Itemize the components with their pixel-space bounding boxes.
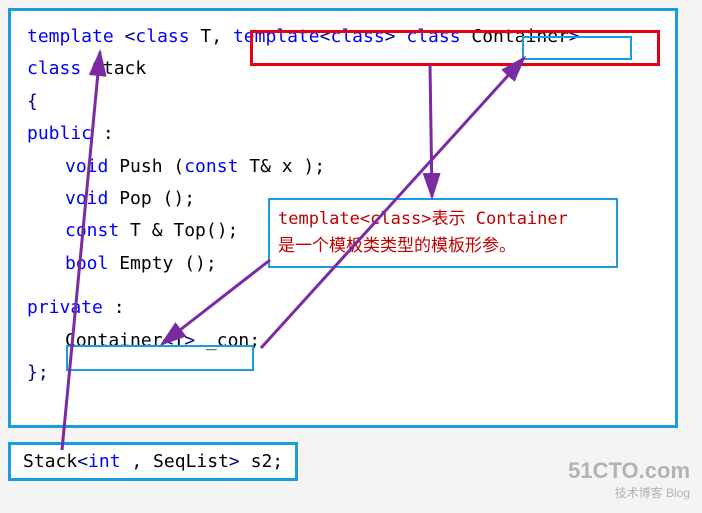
code-line-4: public : (27, 118, 659, 150)
code-line-10: Container<T> _con; (65, 325, 659, 357)
callout-annotation: template<class>表示 Container 是一个模板类类型的模板形… (268, 198, 618, 268)
kw-template: template (27, 26, 114, 47)
code-line-11: }; (27, 357, 659, 389)
usage-example-box: Stack<int , SeqList> s2; (8, 442, 298, 481)
code-line-3: { (27, 86, 659, 118)
callout-line-1: template<class>表示 Container (278, 206, 608, 233)
code-line-1: template <class T, template<class> class… (27, 21, 659, 53)
callout-line-2: 是一个模板类类型的模板形参。 (278, 233, 608, 260)
watermark-big: 51CTO.com (568, 458, 690, 484)
watermark: 51CTO.com 技术博客 Blog (568, 458, 690, 501)
code-line-9: private : (27, 292, 659, 324)
code-line-5: void Push (const T& x ); (65, 151, 659, 183)
code-line-2: class Stack (27, 53, 659, 85)
watermark-small: 技术博客 Blog (568, 484, 690, 501)
